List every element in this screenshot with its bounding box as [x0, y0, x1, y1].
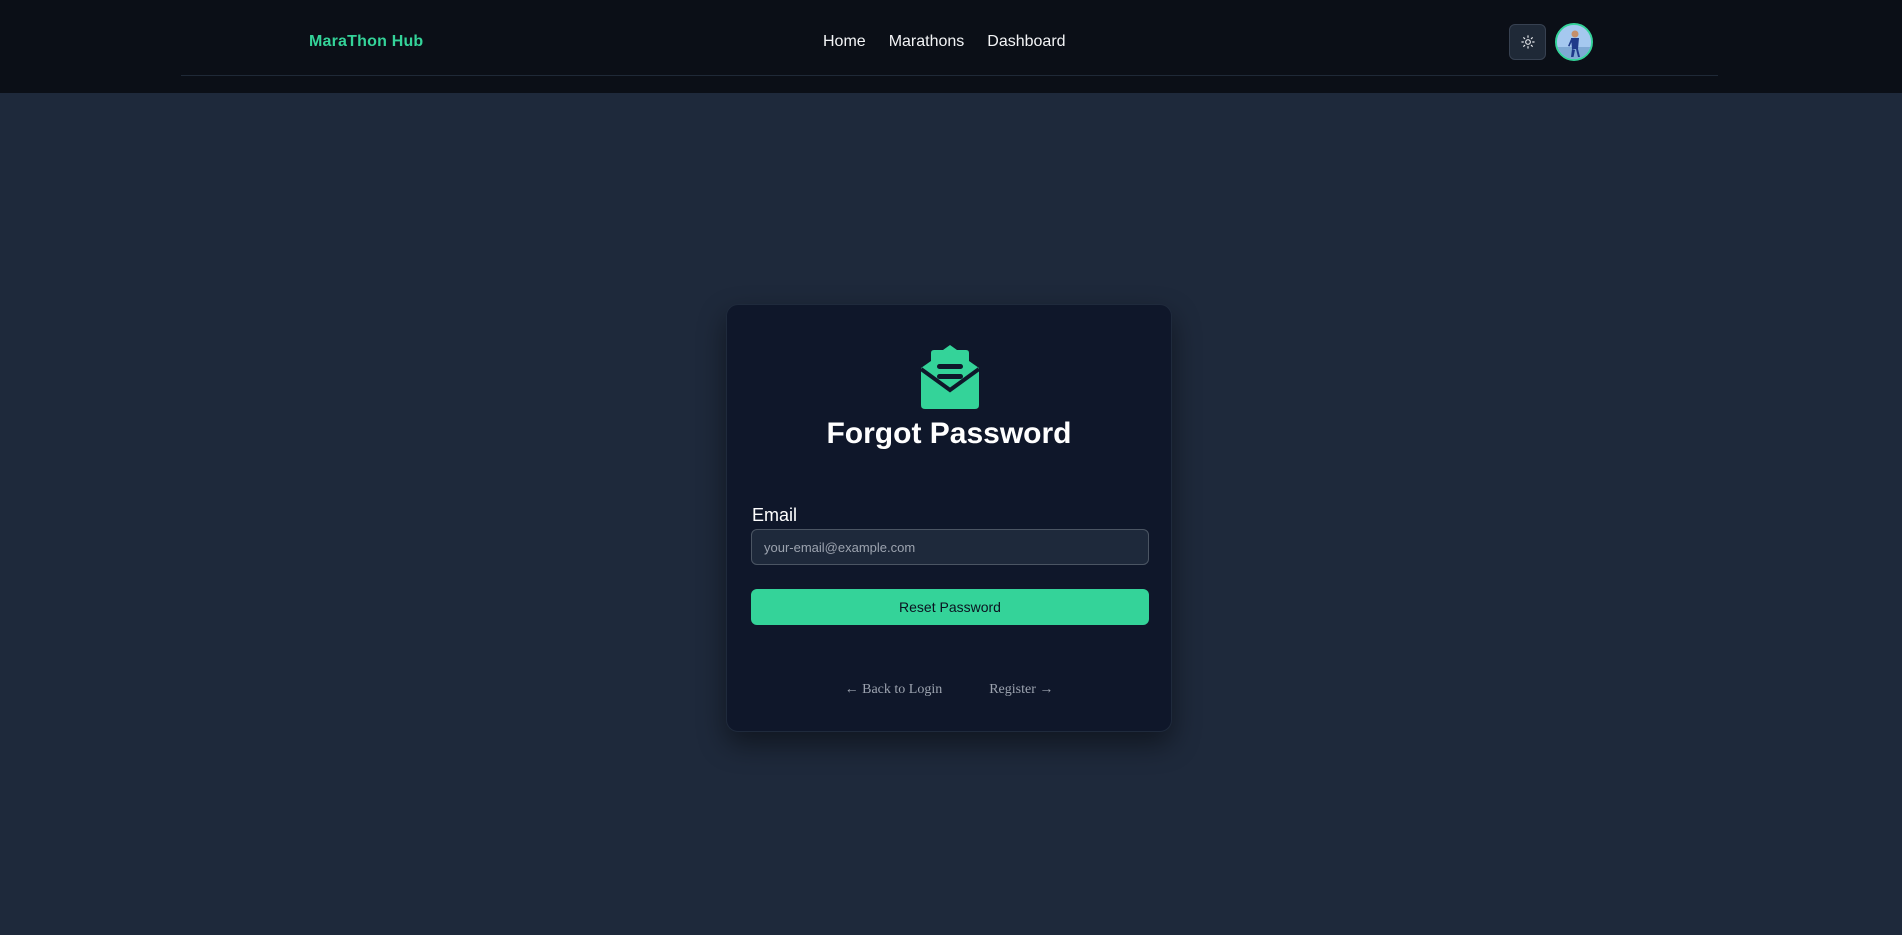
main-nav: Home Marathons Dashboard	[823, 33, 1066, 51]
register-link[interactable]: Register →	[989, 682, 1053, 698]
navbar-container: MaraThon Hub Home Marathons Dashboard	[181, 0, 1718, 76]
email-input[interactable]	[751, 529, 1149, 565]
theme-toggle-button[interactable]	[1509, 24, 1546, 60]
sun-icon	[1520, 35, 1535, 49]
user-avatar[interactable]	[1555, 23, 1593, 61]
nav-link-marathons[interactable]: Marathons	[889, 33, 965, 51]
forgot-password-card: Forgot Password Email Reset Password ← B…	[726, 304, 1172, 732]
envelope-open-icon	[919, 345, 981, 409]
email-label: Email	[752, 505, 798, 525]
reset-password-button[interactable]: Reset Password	[751, 589, 1149, 625]
brand-logo-link[interactable]: MaraThon Hub	[309, 33, 423, 51]
nav-link-dashboard[interactable]: Dashboard	[987, 33, 1065, 51]
back-to-login-link[interactable]: ← Back to Login	[845, 682, 943, 698]
auth-links: ← Back to Login Register →	[727, 682, 1171, 698]
top-navbar: MaraThon Hub Home Marathons Dashboard	[0, 0, 1902, 93]
page-title: Forgot Password	[826, 417, 1072, 450]
avatar-image	[1557, 25, 1591, 59]
nav-link-home[interactable]: Home	[823, 33, 866, 51]
